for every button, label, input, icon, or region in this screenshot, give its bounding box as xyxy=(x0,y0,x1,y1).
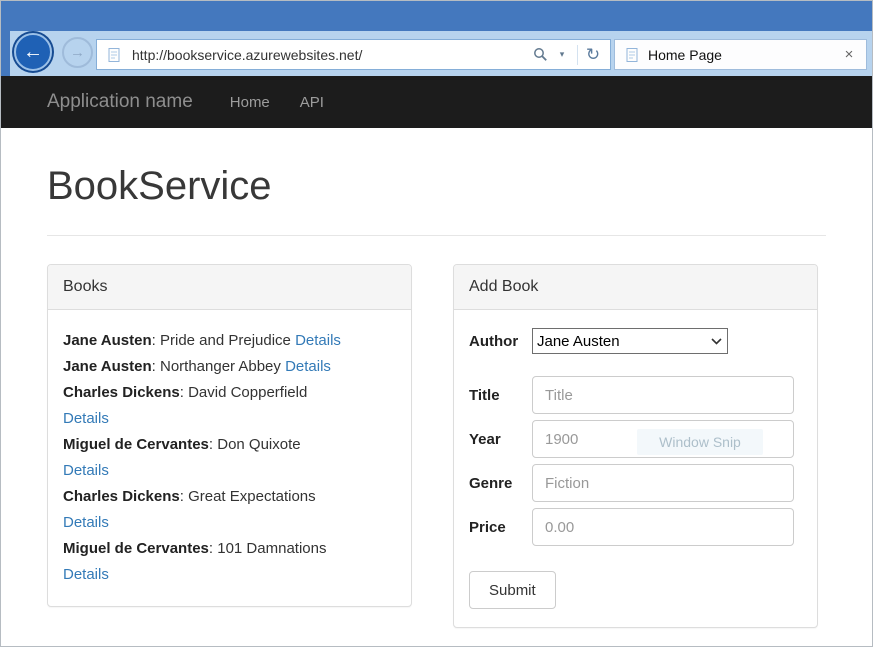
book-title: David Copperfield xyxy=(188,384,307,401)
browser-chrome: ← → http://bookservice.azurewebsites.net… xyxy=(1,1,872,76)
book-author: Jane Austen xyxy=(63,358,152,375)
nav-link-api[interactable]: API xyxy=(285,94,339,111)
book-details-link[interactable]: Details xyxy=(63,562,396,588)
address-bar-divider xyxy=(577,45,578,65)
list-item: Charles Dickens: David Copperfield Detai… xyxy=(63,380,396,432)
book-title: Pride and Prejudice xyxy=(160,332,291,349)
book-author: Jane Austen xyxy=(63,332,152,349)
price-input[interactable] xyxy=(532,508,794,546)
page-icon xyxy=(103,47,125,63)
forward-arrow-icon: → xyxy=(70,44,85,61)
title-row: Title xyxy=(469,376,802,414)
book-separator: : xyxy=(209,540,217,557)
list-item: Miguel de Cervantes: Don Quixote Details xyxy=(63,432,396,484)
book-details-link[interactable]: Details xyxy=(63,510,396,536)
site-navbar: Application name Home API xyxy=(1,76,872,128)
genre-label: Genre xyxy=(469,475,532,492)
price-label: Price xyxy=(469,519,532,536)
books-panel-heading: Books xyxy=(48,265,411,310)
add-book-panel-heading: Add Book xyxy=(454,265,817,310)
add-book-panel: Add Book Author Jane Austen xyxy=(453,264,818,628)
year-label: Year xyxy=(469,431,532,448)
author-row: Author Jane Austen xyxy=(469,328,802,354)
book-separator: : xyxy=(209,436,217,453)
browser-tab-home-page[interactable]: Home Page × xyxy=(614,39,867,70)
price-row: Price xyxy=(469,508,802,546)
book-author: Charles Dickens xyxy=(63,384,180,401)
list-item: Jane Austen: Pride and Prejudice Details xyxy=(63,328,396,354)
book-author: Charles Dickens xyxy=(63,488,180,505)
page-title: BookService xyxy=(47,128,826,209)
book-title: Great Expectations xyxy=(188,488,316,505)
navbar-brand[interactable]: Application name xyxy=(47,91,193,113)
genre-row: Genre xyxy=(469,464,802,502)
book-details-link[interactable]: Details xyxy=(63,406,396,432)
add-book-form: Author Jane Austen xyxy=(454,310,817,627)
search-icon[interactable] xyxy=(529,47,551,62)
title-label: Title xyxy=(469,387,532,404)
back-button[interactable]: ← xyxy=(14,33,52,71)
address-input[interactable]: http://bookservice.azurewebsites.net/ xyxy=(132,47,529,63)
panels-row: Books Jane Austen: Pride and Prejudice D… xyxy=(47,264,826,628)
browser-window: ← → http://bookservice.azurewebsites.net… xyxy=(0,0,873,647)
book-separator: : xyxy=(152,332,160,349)
book-title: Don Quixote xyxy=(217,436,300,453)
year-input[interactable] xyxy=(532,420,794,458)
book-details-link[interactable]: Details xyxy=(285,358,331,375)
book-title: 101 Damnations xyxy=(217,540,326,557)
address-bar[interactable]: http://bookservice.azurewebsites.net/ ▾ … xyxy=(96,39,611,70)
book-author: Miguel de Cervantes xyxy=(63,540,209,557)
tab-close-icon[interactable]: × xyxy=(841,46,857,63)
author-select[interactable]: Jane Austen xyxy=(532,328,728,354)
refresh-icon[interactable]: ↻ xyxy=(582,46,604,63)
list-item: Jane Austen: Northanger Abbey Details xyxy=(63,354,396,380)
nav-link-home[interactable]: Home xyxy=(215,94,285,111)
back-arrow-icon: ← xyxy=(23,41,43,64)
window-border xyxy=(1,1,10,76)
divider xyxy=(47,235,826,236)
list-item: Miguel de Cervantes: 101 Damnations Deta… xyxy=(63,536,396,588)
book-details-link[interactable]: Details xyxy=(63,458,396,484)
book-separator: : xyxy=(152,358,160,375)
window-title-bar xyxy=(1,1,872,31)
search-dropdown-caret-icon[interactable]: ▾ xyxy=(551,49,573,60)
book-details-link[interactable]: Details xyxy=(295,332,341,349)
book-separator: : xyxy=(180,488,188,505)
author-select-wrap: Jane Austen xyxy=(532,328,728,354)
tab-page-icon xyxy=(624,47,640,63)
book-author: Miguel de Cervantes xyxy=(63,436,209,453)
tab-title: Home Page xyxy=(648,47,833,63)
author-label: Author xyxy=(469,333,532,350)
books-list: Jane Austen: Pride and Prejudice Details… xyxy=(48,310,411,606)
forward-button[interactable]: → xyxy=(62,37,93,68)
books-panel: Books Jane Austen: Pride and Prejudice D… xyxy=(47,264,412,607)
book-title: Northanger Abbey xyxy=(160,358,281,375)
year-row: Year xyxy=(469,420,802,458)
genre-input[interactable] xyxy=(532,464,794,502)
page-body: BookService Books Jane Austen: Pride and… xyxy=(1,128,872,647)
book-separator: : xyxy=(180,384,188,401)
title-input[interactable] xyxy=(532,376,794,414)
list-item: Charles Dickens: Great Expectations Deta… xyxy=(63,484,396,536)
submit-button[interactable]: Submit xyxy=(469,571,556,609)
